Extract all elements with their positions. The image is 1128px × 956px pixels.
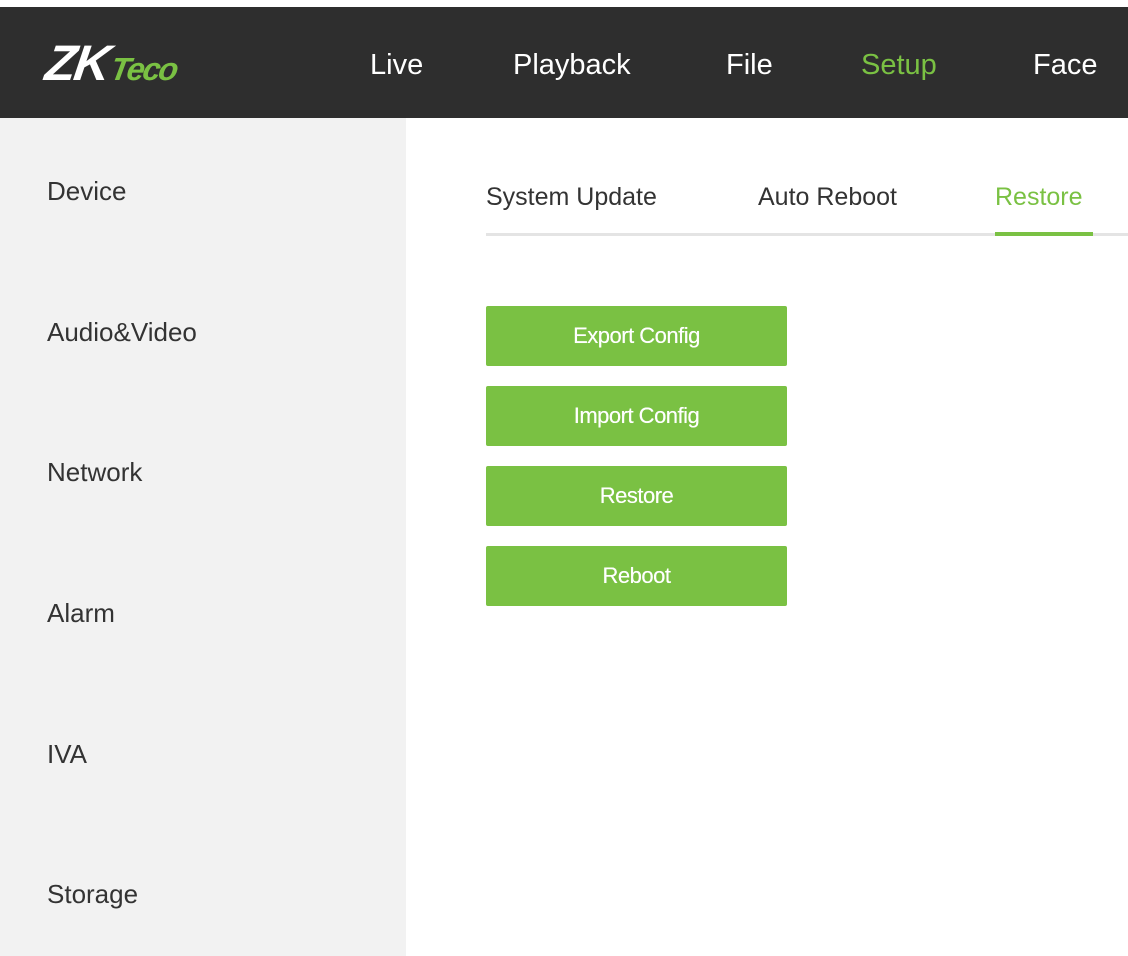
nav-setup[interactable]: Setup [861, 48, 937, 82]
active-tab-indicator [995, 232, 1093, 236]
sidebar-item-device[interactable]: Device [47, 176, 126, 206]
top-header: ZK Teco Live Playback File Setup Face [0, 0, 1128, 118]
sidebar: Device Audio&Video Network Alarm IVA Sto… [0, 118, 406, 956]
sidebar-item-storage[interactable]: Storage [47, 879, 138, 909]
restore-button[interactable]: Restore [486, 466, 787, 526]
logo-main-text: ZK [42, 35, 113, 91]
nav-file[interactable]: File [726, 48, 773, 82]
top-header-bar: ZK Teco Live Playback File Setup Face [0, 7, 1128, 118]
tab-auto-reboot[interactable]: Auto Reboot [758, 182, 897, 212]
import-config-button[interactable]: Import Config [486, 386, 787, 446]
logo-accent-text: Teco [107, 51, 180, 87]
nav-playback[interactable]: Playback [513, 48, 631, 82]
sidebar-item-network[interactable]: Network [47, 457, 142, 487]
tab-system-update[interactable]: System Update [486, 182, 657, 212]
reboot-button[interactable]: Reboot [486, 546, 787, 606]
export-config-button[interactable]: Export Config [486, 306, 787, 366]
sidebar-item-iva[interactable]: IVA [47, 739, 87, 769]
tab-restore[interactable]: Restore [995, 182, 1083, 212]
nav-face[interactable]: Face [1033, 48, 1097, 82]
nav-live[interactable]: Live [370, 48, 423, 82]
page: ZK Teco Live Playback File Setup Face De… [0, 0, 1128, 956]
sidebar-item-audio-video[interactable]: Audio&Video [47, 317, 197, 347]
zkteco-logo[interactable]: ZK Teco [42, 35, 180, 91]
sidebar-item-alarm[interactable]: Alarm [47, 598, 115, 628]
